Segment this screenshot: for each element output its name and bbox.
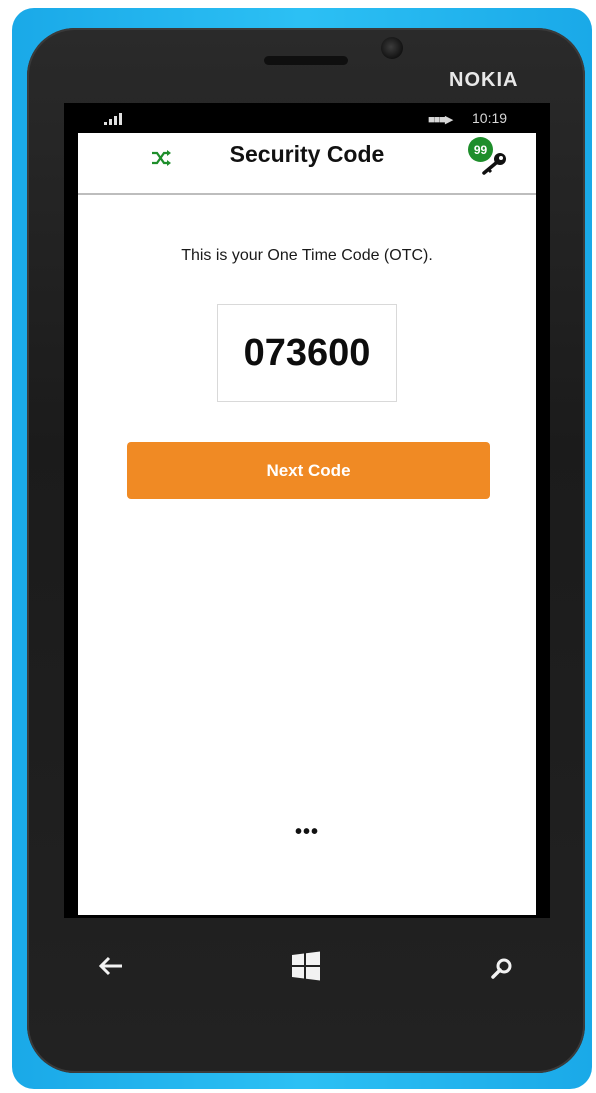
status-bar: ■■■▶ 10:19: [64, 103, 550, 133]
next-code-button[interactable]: Next Code: [127, 442, 490, 499]
app-header: Security Code 99: [78, 133, 536, 195]
page-title: Security Code: [229, 141, 385, 167]
earpiece-speaker: [264, 56, 348, 65]
signal-icon: [104, 111, 122, 125]
windows-icon[interactable]: [290, 950, 322, 982]
notification-badge: 99: [468, 137, 493, 162]
otc-message: This is your One Time Code (OTC).: [181, 247, 433, 264]
back-arrow-icon[interactable]: [98, 954, 124, 978]
app-window: Security Code 99 This is your One Time C…: [78, 133, 536, 915]
search-icon[interactable]: [490, 956, 514, 980]
brand-logo: NOKIA: [449, 69, 519, 91]
battery-icon: ■■■▶: [428, 114, 453, 126]
otc-code: 073600: [217, 304, 397, 402]
status-time: 10:19: [472, 110, 508, 126]
front-camera: [381, 37, 403, 59]
more-options-button[interactable]: •••: [78, 821, 536, 844]
